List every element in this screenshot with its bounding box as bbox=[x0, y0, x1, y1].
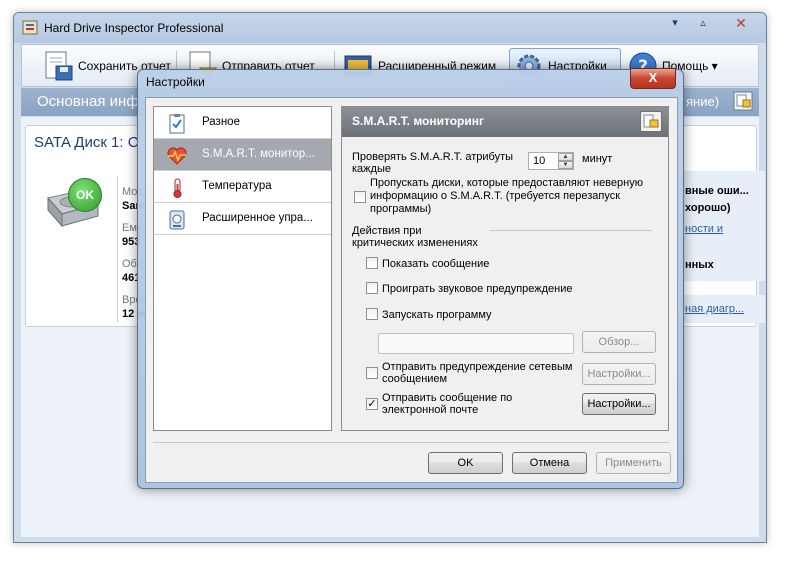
status-summary-line: нных bbox=[685, 259, 714, 271]
checkmark-icon: ✓ bbox=[367, 398, 377, 410]
program-path-input[interactable] bbox=[378, 333, 574, 354]
actions-group-label: Действия при bbox=[352, 225, 422, 237]
category-misc[interactable]: Разное bbox=[154, 107, 331, 139]
play-sound-label: Проиграть звуковое предупреждение bbox=[382, 283, 573, 295]
maximize-icon[interactable]: ▵ bbox=[692, 15, 714, 31]
interval-unit-label: минут bbox=[582, 153, 613, 165]
thermometer-icon bbox=[173, 178, 182, 198]
page-header: S.M.A.R.T. мониторинг bbox=[342, 107, 668, 137]
play-sound-checkbox[interactable] bbox=[366, 282, 378, 294]
main-titlebar[interactable]: Hard Drive Inspector Professional ▾ ▵ ✕ bbox=[14, 13, 766, 43]
disk-status-ok-badge: OK bbox=[68, 178, 102, 212]
dialog-divider bbox=[153, 442, 669, 443]
show-message-label: Показать сообщение bbox=[382, 258, 490, 270]
smart-settings-page: S.M.A.R.T. мониторинг Проверять S.M.A.R.… bbox=[341, 106, 669, 431]
dialog-client-area: Разное S.M.A.R.T. монитор... Температура bbox=[145, 97, 678, 483]
category-label: S.M.A.R.T. монитор... bbox=[202, 148, 315, 160]
apply-button[interactable]: Применить bbox=[596, 452, 671, 474]
clipboard-check-icon bbox=[169, 114, 185, 134]
stepper-buttons: ▲ ▼ bbox=[558, 153, 574, 169]
email-checkbox[interactable]: ✓ bbox=[366, 398, 378, 410]
cancel-button[interactable]: Отмена bbox=[512, 452, 587, 474]
page-title: S.M.A.R.T. мониторинг bbox=[352, 114, 485, 128]
close-window-icon[interactable]: ✕ bbox=[730, 15, 752, 31]
net-warning-label-2: сообщением bbox=[382, 373, 448, 385]
skip-disks-label-2: информацию о S.M.A.R.T. (требуется перез… bbox=[370, 190, 621, 202]
net-warning-checkbox[interactable] bbox=[366, 367, 378, 379]
stepper-up-icon[interactable]: ▲ bbox=[558, 153, 573, 161]
stepper-down-icon[interactable]: ▼ bbox=[558, 161, 573, 169]
category-smart-monitoring[interactable]: S.M.A.R.T. монитор... bbox=[154, 139, 331, 171]
category-label: Расширенное упра... bbox=[202, 212, 313, 224]
email-label-2: электронной почте bbox=[382, 404, 479, 416]
settings-dialog: Настройки X Разное S.M.A.R.T. монитор... bbox=[137, 68, 684, 489]
page-export-icon bbox=[643, 114, 659, 128]
email-settings-button[interactable]: Настройки... bbox=[582, 393, 656, 415]
category-advanced-management[interactable]: Расширенное упра... bbox=[154, 203, 331, 235]
skip-disks-label: Пропускать диски, которые предоставляют … bbox=[370, 177, 643, 189]
disk-title: SATA Диск 1: С bbox=[34, 134, 139, 151]
email-label: Отправить сообщение по bbox=[382, 392, 513, 404]
status-summary-link[interactable]: ности и bbox=[685, 223, 723, 235]
category-temperature[interactable]: Температура bbox=[154, 171, 331, 203]
interval-value: 10 bbox=[533, 155, 546, 167]
net-warning-label: Отправить предупреждение сетевым bbox=[382, 361, 573, 373]
info-header-title: Основная инф bbox=[37, 93, 139, 110]
info-header-right-text: яние) bbox=[686, 94, 720, 109]
run-program-checkbox[interactable] bbox=[366, 308, 378, 320]
heart-monitor-icon bbox=[167, 147, 187, 165]
status-summary-box: вные оши... хорошо) ности и нных bbox=[681, 171, 765, 281]
category-label: Температура bbox=[202, 180, 272, 192]
actions-group-label-2: критических изменениях bbox=[352, 237, 478, 249]
page-help-button[interactable] bbox=[640, 111, 662, 132]
show-message-checkbox[interactable] bbox=[366, 257, 378, 269]
ok-button[interactable]: OK bbox=[428, 452, 503, 474]
diagnostics-link[interactable]: ная диагр... bbox=[685, 303, 744, 315]
window-title: Hard Drive Inspector Professional bbox=[44, 21, 224, 35]
info-export-icon[interactable] bbox=[733, 91, 753, 111]
app-icon bbox=[22, 20, 38, 35]
run-program-label: Запускать программу bbox=[382, 309, 492, 321]
interval-stepper[interactable]: 10 ▲ ▼ bbox=[528, 152, 574, 170]
status-summary-line: хорошо) bbox=[685, 202, 731, 214]
drive-settings-icon bbox=[169, 210, 185, 230]
skip-disks-checkbox[interactable] bbox=[354, 191, 366, 203]
status-summary-line: вные оши... bbox=[685, 185, 749, 197]
save-report-icon bbox=[45, 51, 73, 81]
settings-category-list: Разное S.M.A.R.T. монитор... Температура bbox=[153, 106, 332, 431]
minimize-icon[interactable]: ▾ bbox=[664, 15, 686, 31]
category-label: Разное bbox=[202, 116, 240, 128]
net-settings-button[interactable]: Настройки... bbox=[582, 363, 656, 385]
check-interval-label: Проверять S.M.A.R.T. атрибуты bbox=[352, 151, 514, 163]
browse-button[interactable]: Обзор... bbox=[582, 331, 656, 353]
check-interval-label-2: каждые bbox=[352, 163, 391, 175]
dialog-close-button[interactable]: X bbox=[630, 68, 676, 89]
diagnostics-link-box: ная диагр... bbox=[681, 295, 765, 323]
group-divider bbox=[490, 230, 652, 231]
skip-disks-label-3: программы) bbox=[370, 203, 432, 215]
dialog-title: Настройки bbox=[146, 75, 205, 89]
